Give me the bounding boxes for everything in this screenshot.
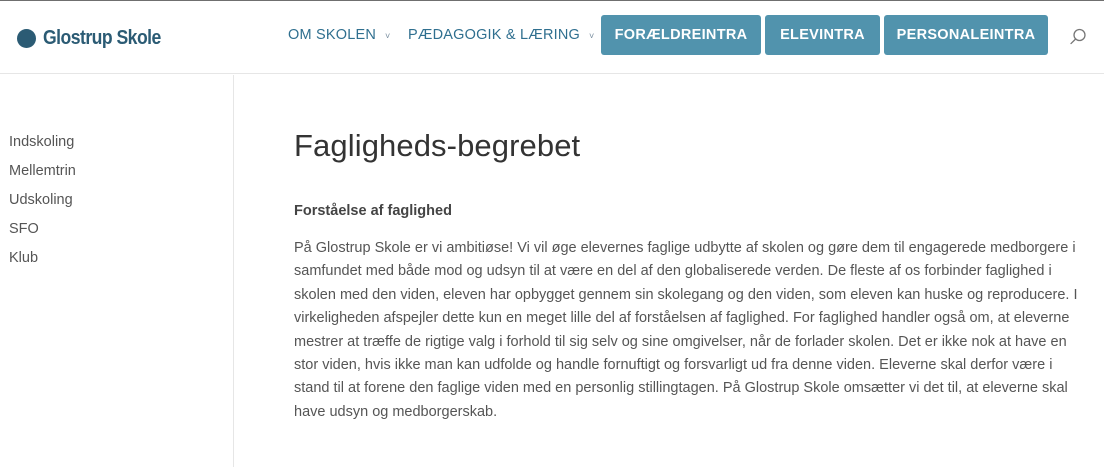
chevron-down-icon: ˅ bbox=[385, 31, 391, 41]
sidebar-item-udskoling[interactable]: Udskoling bbox=[9, 192, 73, 208]
body-paragraph: På Glostrup Skole er vi ambitiøse! Vi vi… bbox=[294, 240, 1078, 420]
sidebar-item-sfo[interactable]: SFO bbox=[9, 221, 39, 237]
elevintra-button[interactable]: ELEVINTRA bbox=[765, 15, 880, 55]
sidebar-item-indskoling[interactable]: Indskoling bbox=[9, 134, 74, 150]
nav-item-om-skolen[interactable]: OM SKOLEN ˅ bbox=[288, 27, 390, 43]
site-header: Glostrup Skole OM SKOLEN ˅ PÆDAGOGIK & L… bbox=[0, 1, 1104, 74]
sidebar-item-klub[interactable]: Klub bbox=[9, 250, 38, 266]
logo-text: Glostrup Skole bbox=[43, 26, 161, 49]
page-title: Fagligheds-begrebet bbox=[294, 128, 581, 163]
section-subheading: Forståelse af faglighed bbox=[294, 203, 452, 219]
sidebar: Indskoling Mellemtrin Udskoling SFO Klub bbox=[0, 75, 234, 467]
nav-item-paedagogik-laering[interactable]: PÆDAGOGIK & LÆRING ˅ bbox=[408, 27, 594, 43]
sidebar-item-mellemtrin[interactable]: Mellemtrin bbox=[9, 163, 76, 179]
search-icon[interactable] bbox=[1068, 27, 1088, 47]
nav-item-label: OM SKOLEN bbox=[288, 27, 377, 43]
site-logo[interactable]: Glostrup Skole bbox=[17, 23, 177, 53]
chevron-down-icon: ˅ bbox=[589, 31, 595, 41]
personaleintra-button[interactable]: PERSONALEINTRA bbox=[884, 15, 1048, 55]
nav-item-label: PÆDAGOGIK & LÆRING bbox=[408, 27, 580, 43]
logo-dot-icon bbox=[17, 28, 36, 48]
foraeldreintra-button[interactable]: FORÆLDREINTRA bbox=[601, 15, 761, 55]
